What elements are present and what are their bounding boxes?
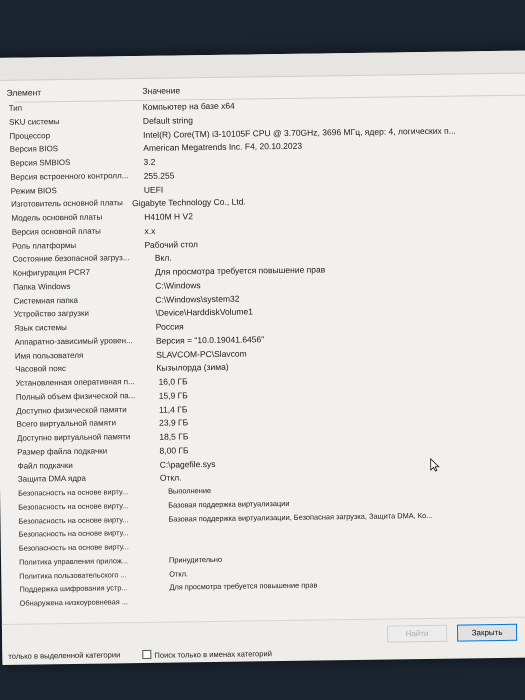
- search-names-only-label: Поиск только в именах категорий: [154, 649, 272, 660]
- column-header-item[interactable]: Элемент: [6, 87, 41, 97]
- row-item-label: Файл подкачки: [17, 460, 73, 471]
- row-item-label: Полный объем физической па...: [15, 390, 136, 402]
- row-item-label: Безопасность на основе вирту...: [18, 500, 129, 512]
- row-item-label: SKU системы: [8, 116, 60, 127]
- row-item-label: Всего виртуальной памяти: [16, 418, 117, 429]
- search-names-only-checkbox[interactable]: [142, 649, 152, 659]
- row-item-label: Версия основной платы: [11, 226, 101, 237]
- row-item-label: Версия встроенного контролл...: [10, 170, 129, 182]
- column-header-value[interactable]: Значение: [142, 85, 180, 96]
- search-names-only-option[interactable]: Поиск только в именах категорий: [142, 648, 272, 660]
- find-button[interactable]: Найти: [386, 624, 448, 643]
- row-item-label: Установленная оперативная п...: [15, 377, 135, 388]
- row-item-label: Размер файла подкачки: [17, 446, 108, 457]
- row-item-label: Политика управления прилож...: [18, 555, 128, 567]
- row-item-label: Доступно виртуальной памяти: [16, 432, 131, 443]
- mouse-cursor-icon: [430, 457, 440, 472]
- row-item-label: Процессор: [9, 130, 51, 141]
- row-item-label: Состояние безопасной загруз...: [12, 253, 130, 265]
- row-item-label: Версия BIOS: [9, 144, 59, 155]
- row-item-label: Безопасность на основе вирту...: [18, 542, 129, 553]
- close-button[interactable]: Закрыть: [456, 623, 518, 642]
- row-item-label: Версия SMBIOS: [10, 157, 71, 168]
- row-item-label: Конфигурация PCR7: [12, 267, 91, 278]
- row-item-label: Доступно физической памяти: [16, 404, 127, 416]
- row-item-label: Тип: [8, 103, 23, 113]
- row-item-label: Поддержка шифрования устр...: [19, 583, 128, 594]
- row-item-label: Роль платформы: [12, 240, 77, 251]
- system-summary-table: Элемент Значение Тип Компьютер на базе x6…: [6, 78, 525, 611]
- row-item-label: Режим BIOS: [10, 185, 57, 196]
- row-item-label: Безопасность на основе вирту...: [18, 514, 129, 526]
- row-item-label: Модель основной платы: [11, 212, 103, 223]
- row-item-label: Безопасность на основе вирту...: [18, 487, 129, 498]
- only-selected-category-label[interactable]: только в выделенной категории: [8, 650, 120, 661]
- row-item-label: Защита DMA ядра: [17, 474, 86, 484]
- table-rows: Тип Компьютер на базе x64 SKU системы Defau…: [9, 95, 525, 611]
- row-item-label: Изготовитель основной платы: [11, 198, 123, 210]
- row-item-label: Системная папка: [13, 295, 78, 306]
- row-item-label: Часовой пояс: [15, 364, 67, 374]
- window-titlebar: [0, 50, 525, 81]
- search-bar: Найти Закрыть только в выделенной катего…: [1, 616, 525, 665]
- row-item-label: Язык системы: [14, 323, 67, 333]
- row-item-label: Устройство загрузки: [13, 308, 89, 319]
- row-item-label: Политика пользовательского ...: [19, 569, 127, 581]
- row-item-label: Папка Windows: [13, 281, 71, 292]
- system-info-window: Элемент Значение Тип Компьютер на базе x6…: [0, 50, 525, 665]
- row-item-label: Безопасность на основе вирту...: [18, 528, 129, 539]
- row-item-label: Аппаратно-зависимый уровен...: [14, 335, 133, 347]
- row-item-label: Обнаружена низкоуровневая ...: [19, 597, 129, 608]
- row-item-label: Имя пользователя: [14, 350, 84, 361]
